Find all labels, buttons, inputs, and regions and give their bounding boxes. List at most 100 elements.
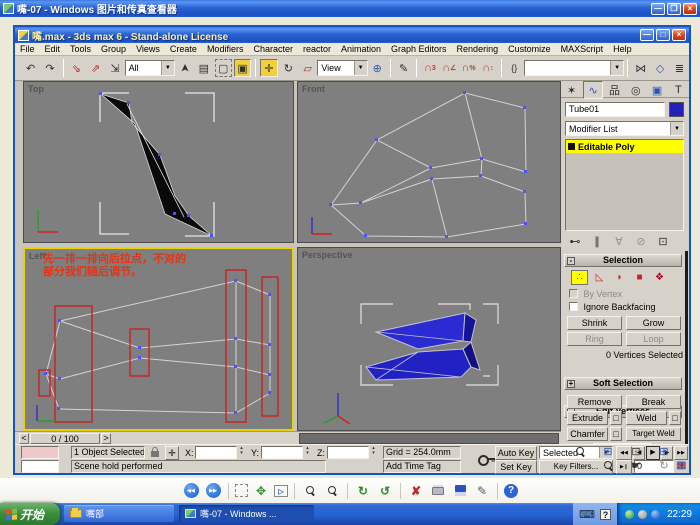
- loop-button[interactable]: Loop: [626, 332, 681, 346]
- rollout-soft-selection-header[interactable]: + Soft Selection: [564, 377, 682, 390]
- menu-character[interactable]: Character: [248, 44, 298, 54]
- time-slider-handle[interactable]: 0 / 100: [30, 433, 100, 444]
- tray-icon-blue[interactable]: [651, 510, 660, 519]
- zoom-all-icon[interactable]: ⊞: [600, 444, 616, 458]
- chevron-down-icon[interactable]: ▼: [610, 61, 623, 75]
- help-icon[interactable]: ?: [504, 484, 518, 498]
- mirror-icon[interactable]: ⋈: [632, 59, 649, 77]
- edit-image-icon[interactable]: ✎: [473, 482, 491, 500]
- object-name-field[interactable]: Tube01: [565, 102, 665, 117]
- z-spinner[interactable]: ▴▾: [369, 446, 378, 456]
- viewport-left[interactable]: Left 先一排一排向后拉点，不对的 部分我们随后调节。: [23, 247, 294, 431]
- tab-motion-icon[interactable]: ◎: [626, 81, 645, 99]
- absolute-offset-toggle-icon[interactable]: ✛: [165, 446, 179, 460]
- viewport-front[interactable]: Front: [297, 81, 561, 243]
- make-unique-icon[interactable]: ∀: [610, 234, 628, 249]
- stack-item-editable-poly[interactable]: Editable Poly: [566, 140, 683, 153]
- chevron-down-icon[interactable]: ▼: [161, 61, 174, 75]
- layer-manager-icon[interactable]: ≣: [671, 59, 688, 77]
- spinner-snap-icon[interactable]: ∩↕: [479, 59, 496, 77]
- rotate-counterclockwise-icon[interactable]: ↺: [376, 482, 394, 500]
- add-time-tag-field[interactable]: Add Time Tag: [383, 460, 461, 473]
- chamfer-button[interactable]: Chamfer: [567, 427, 608, 441]
- redo-icon[interactable]: ↷: [41, 59, 58, 77]
- viewport-top-label[interactable]: Top: [28, 84, 44, 94]
- menu-group[interactable]: Group: [96, 44, 131, 54]
- menu-help[interactable]: Help: [608, 44, 637, 54]
- panel-scrollbar[interactable]: [685, 251, 688, 444]
- viewport-top[interactable]: Top: [23, 81, 294, 243]
- viewport-perspective-label[interactable]: Perspective: [302, 250, 353, 260]
- menu-animation[interactable]: Animation: [336, 44, 386, 54]
- menu-maxscript[interactable]: MAXScript: [556, 44, 609, 54]
- save-icon[interactable]: [451, 482, 469, 500]
- tray-icon-green[interactable]: [625, 510, 634, 519]
- actual-size-icon[interactable]: ✥: [252, 482, 270, 500]
- menu-edit[interactable]: Edit: [40, 44, 66, 54]
- target-weld-button[interactable]: Target Weld: [626, 427, 681, 441]
- use-pivot-center-icon[interactable]: ⊕: [369, 59, 386, 77]
- auto-key-button[interactable]: Auto Key: [495, 446, 537, 460]
- tab-hierarchy-icon[interactable]: 品: [605, 81, 624, 99]
- named-selection-dropdown[interactable]: ▼: [524, 60, 624, 76]
- ignore-backfacing-checkbox[interactable]: [569, 302, 578, 311]
- zoom-in-icon[interactable]: [301, 482, 319, 500]
- language-help-icon[interactable]: ?: [600, 509, 611, 520]
- viewport-perspective[interactable]: Perspective: [297, 247, 561, 431]
- viewport-front-label[interactable]: Front: [302, 84, 325, 94]
- taskbar-item-folder[interactable]: 嘴部: [64, 505, 174, 522]
- y-spinner[interactable]: ▴▾: [303, 446, 312, 456]
- unlink-selection-icon[interactable]: ⇗: [87, 59, 104, 77]
- tab-create-icon[interactable]: ✶: [562, 81, 581, 99]
- menu-views[interactable]: Views: [131, 44, 165, 54]
- track-bar[interactable]: [299, 433, 559, 444]
- menu-rendering[interactable]: Rendering: [452, 44, 504, 54]
- print-icon[interactable]: [429, 482, 447, 500]
- select-by-name-icon[interactable]: ▤: [195, 59, 212, 77]
- tab-display-icon[interactable]: ▣: [647, 81, 666, 99]
- by-vertex-checkbox[interactable]: [569, 289, 578, 298]
- zoom-icon[interactable]: [572, 444, 588, 458]
- reference-coordinate-dropdown[interactable]: View ▼: [317, 60, 367, 76]
- by-vertex-checkbox-row[interactable]: By Vertex: [569, 289, 622, 299]
- taskbar-item-viewer[interactable]: 嘴-07 - Windows ...: [179, 505, 314, 522]
- edge-subobject-icon[interactable]: ◺: [591, 270, 608, 285]
- start-button[interactable]: 开始: [0, 503, 60, 525]
- select-and-rotate-icon[interactable]: ↻: [280, 59, 297, 77]
- undo-icon[interactable]: ↶: [22, 59, 39, 77]
- max-minimize-button[interactable]: —: [640, 29, 654, 41]
- extrude-button[interactable]: Extrude: [567, 411, 608, 425]
- pin-stack-icon[interactable]: ⊷: [566, 234, 584, 249]
- menu-customize[interactable]: Customize: [503, 44, 556, 54]
- border-subobject-icon[interactable]: ◗: [611, 270, 628, 285]
- polygon-subobject-icon[interactable]: ■: [631, 270, 648, 285]
- select-and-link-icon[interactable]: ⇘: [68, 59, 85, 77]
- viewer-restore-button[interactable]: ❐: [667, 3, 681, 15]
- set-key-button[interactable]: Set Key: [495, 460, 537, 474]
- previous-image-button[interactable]: ◀◀: [182, 482, 200, 500]
- named-selection-sets-icon[interactable]: {}: [506, 59, 523, 77]
- weld-settings-button[interactable]: □: [669, 411, 681, 425]
- zoom-extents-all-icon[interactable]: ⊞: [656, 444, 672, 458]
- ignore-backfacing-checkbox-row[interactable]: Ignore Backfacing: [569, 302, 656, 312]
- modifier-list-dropdown[interactable]: Modifier List ▼: [565, 121, 684, 136]
- zoom-extents-icon[interactable]: ⊡: [628, 444, 644, 458]
- object-color-swatch[interactable]: [669, 102, 684, 117]
- snap-toggle-3d-icon[interactable]: ∩3: [421, 59, 438, 77]
- remove-modifier-icon[interactable]: ⊘: [632, 234, 650, 249]
- select-and-scale-icon[interactable]: ▱: [299, 59, 316, 77]
- menu-reactor[interactable]: reactor: [298, 44, 336, 54]
- min-max-toggle-icon[interactable]: ⊞: [674, 458, 690, 472]
- max-close-button[interactable]: ×: [672, 29, 686, 41]
- select-and-manipulate-icon[interactable]: ✎: [395, 59, 412, 77]
- x-spinner[interactable]: ▴▾: [237, 446, 246, 456]
- select-object-icon[interactable]: ➤: [176, 59, 194, 76]
- selection-filter-dropdown[interactable]: All ▼: [125, 60, 175, 76]
- element-subobject-icon[interactable]: ❖: [651, 270, 668, 285]
- break-button[interactable]: Break: [626, 395, 681, 409]
- time-slider-left-arrow[interactable]: <: [19, 433, 29, 444]
- next-image-button[interactable]: ▶▶: [204, 482, 222, 500]
- delete-icon[interactable]: ✘: [407, 482, 425, 500]
- bind-to-spacewarp-icon[interactable]: ⇲: [106, 59, 123, 77]
- angle-snap-icon[interactable]: ∩∠: [441, 59, 458, 77]
